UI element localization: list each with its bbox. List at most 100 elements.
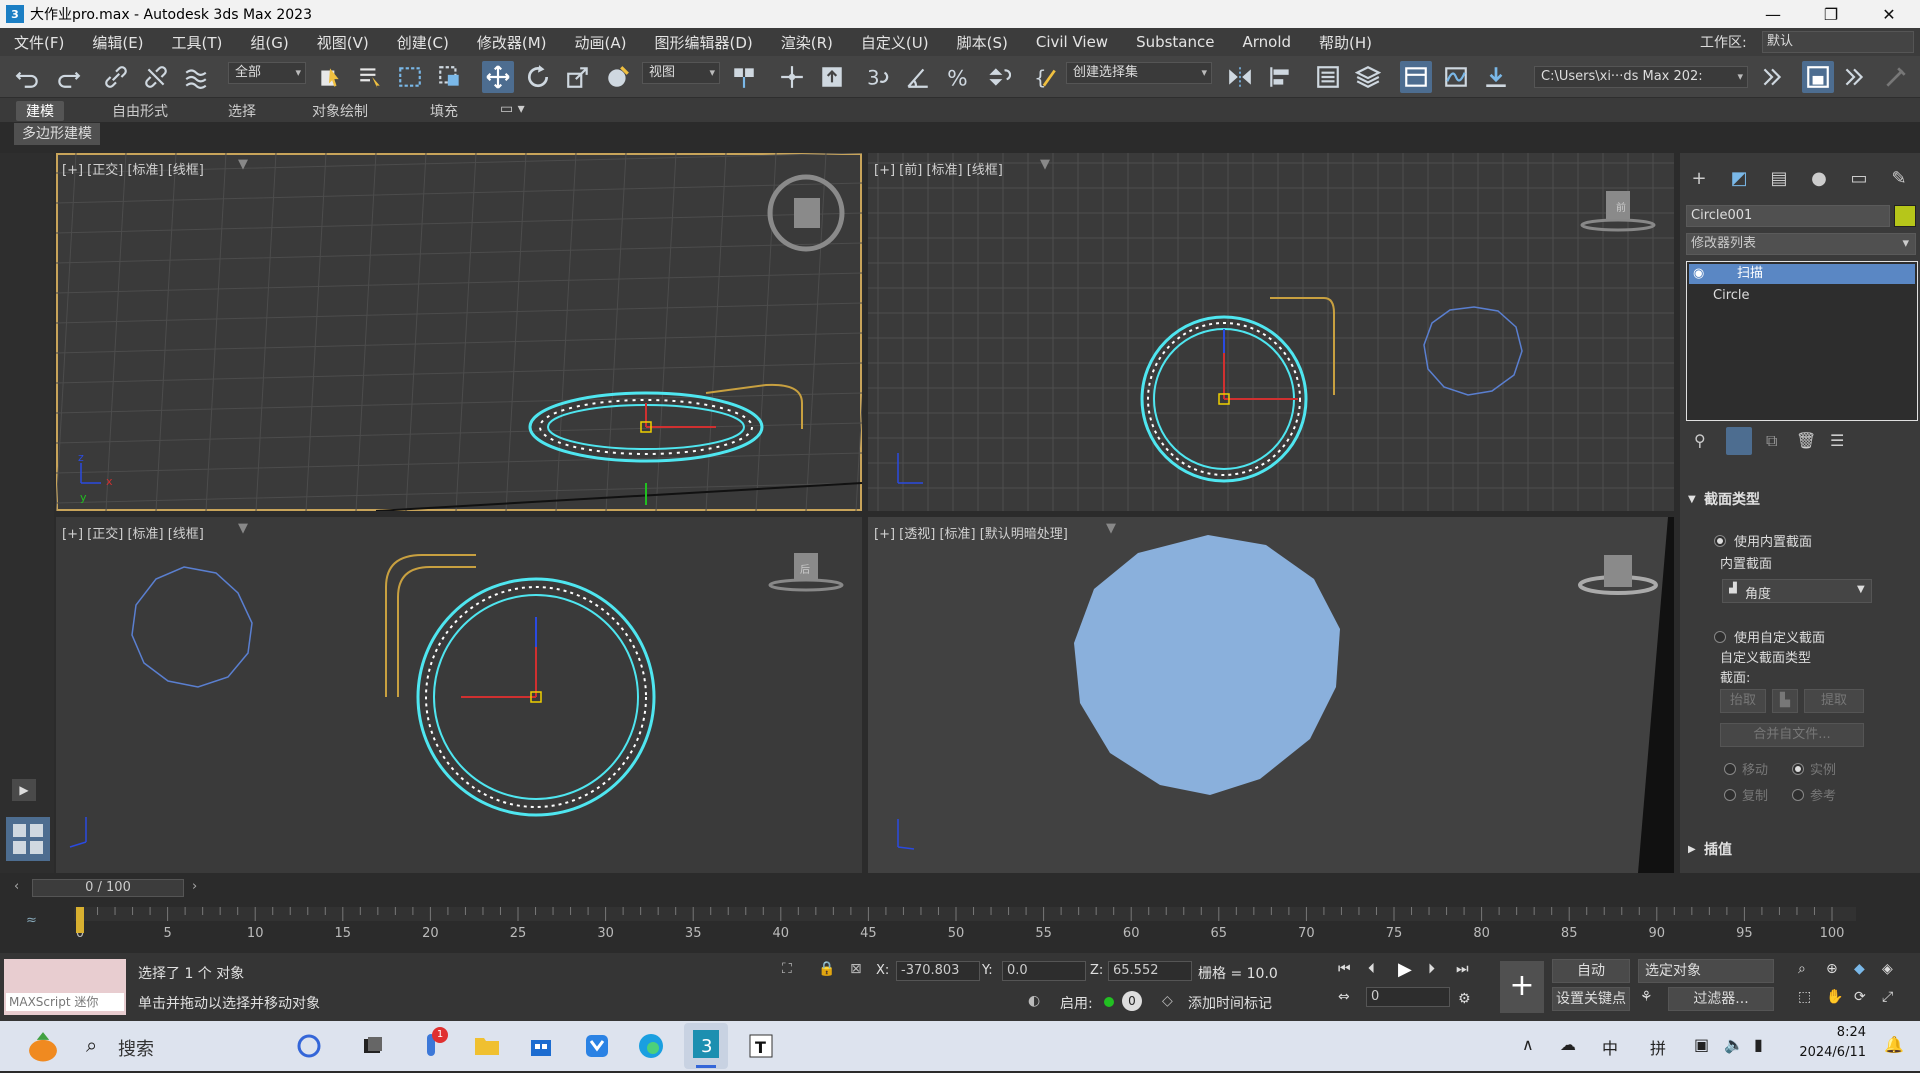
menu-scripting[interactable]: 脚本(S) [943, 32, 1022, 53]
selected-object-select[interactable]: 选定对象 [1638, 959, 1774, 983]
snaps-toggle-icon[interactable]: 3 [862, 61, 894, 93]
filters-button[interactable]: 过滤器... [1668, 987, 1774, 1011]
key-filter-icon[interactable]: ⚘ [1640, 989, 1653, 1005]
project-path-select[interactable]: C:\Users\xi···ds Max 202: [1534, 66, 1748, 88]
y-coordinate-field[interactable]: 0.0 [1002, 961, 1086, 981]
maxscript-listener[interactable]: MAXScript 迷你 [4, 959, 126, 1015]
menu-group[interactable]: 组(G) [236, 32, 302, 53]
pin-stack-icon[interactable]: ⚲ [1694, 431, 1706, 450]
task-view-icon[interactable] [356, 1029, 390, 1063]
modifier-list-select[interactable]: 修改器列表 [1686, 233, 1916, 255]
menu-help[interactable]: 帮助(H) [1305, 32, 1386, 53]
mirror-icon[interactable] [1224, 61, 1256, 93]
scene-explorer-icon[interactable] [1312, 61, 1344, 93]
field-of-view-icon[interactable]: ⬚ [1798, 989, 1811, 1005]
pivot-center-icon[interactable] [728, 61, 760, 93]
show-end-result-icon[interactable] [1726, 427, 1752, 455]
more-render-icon[interactable] [1838, 61, 1870, 93]
select-object-icon[interactable] [314, 61, 346, 93]
filter-icon[interactable]: ▼ [1040, 157, 1050, 172]
object-color-swatch[interactable] [1894, 205, 1916, 227]
x-coordinate-field[interactable]: -370.803 [896, 961, 980, 981]
pick-button[interactable]: 抬取 [1720, 689, 1766, 713]
current-frame-field[interactable]: 0 [1366, 987, 1450, 1007]
filter-icon[interactable]: ▼ [1106, 521, 1116, 536]
ribbon-tab-freeform[interactable]: 自由形式 [112, 101, 168, 121]
next-key-icon[interactable]: ⏵ [1428, 961, 1435, 977]
viewport-front-top-right[interactable]: 前 [+] [前] [标准] [线框] ▼ [868, 153, 1674, 511]
timeline-ruler[interactable]: 0 5 10 15 20 25 30 35 40 45 50 55 60 65 70 75 80 85 90 95 10… [74, 907, 1856, 947]
render-setup-icon[interactable] [1802, 61, 1834, 93]
language-indicator[interactable]: 中 [1602, 1035, 1618, 1059]
clock-date[interactable]: 2024/6/11 [1796, 1045, 1866, 1060]
isolate-icon[interactable]: ⛶ [782, 961, 792, 977]
viewport-layout-icon[interactable] [6, 817, 50, 861]
auto-key-button[interactable]: 自动 [1552, 959, 1630, 983]
time-tag-icon[interactable]: ◇ [1162, 993, 1173, 1009]
viewport-ortho-top-left[interactable]: z x y [+] [正交] [标准] [线框] ▼ [56, 153, 862, 511]
set-keys-icon[interactable]: + [1500, 961, 1544, 1013]
brush-tool-icon[interactable] [1880, 61, 1912, 93]
prev-frame-icon[interactable]: ‹ [14, 879, 19, 894]
start-icon[interactable] [26, 1029, 60, 1063]
key-mode-icon[interactable]: ⇔ [1338, 989, 1350, 1005]
menu-animation[interactable]: 动画(A) [561, 32, 641, 53]
cortana-icon[interactable] [292, 1029, 326, 1063]
radio-builtin-section[interactable] [1714, 535, 1726, 547]
adaptive-degradation-icon[interactable]: ◐ [1028, 993, 1040, 1009]
menu-view[interactable]: 视图(V) [303, 32, 383, 53]
ribbon-tab-object-paint[interactable]: 对象绘制 [312, 101, 368, 121]
menu-arnold[interactable]: Arnold [1228, 33, 1305, 51]
menu-civil-view[interactable]: Civil View [1022, 33, 1122, 51]
zoom-icon[interactable]: ⌕ [1798, 961, 1806, 977]
add-time-tag[interactable]: 添加时间标记 [1188, 993, 1272, 1013]
radio-instance[interactable] [1792, 763, 1804, 775]
store-icon[interactable] [524, 1029, 558, 1063]
radio-move[interactable] [1724, 763, 1736, 775]
menu-file[interactable]: 文件(F) [0, 32, 78, 53]
close-button[interactable]: ✕ [1860, 0, 1918, 28]
volume-icon[interactable]: 🔈 [1724, 1035, 1744, 1054]
lock-icon[interactable]: 🔒 [818, 961, 835, 977]
set-key-button[interactable]: 设置关键点 [1552, 987, 1630, 1011]
utilities-tab-icon[interactable]: ✎ [1884, 163, 1914, 193]
current-time-marker[interactable] [76, 907, 84, 933]
menu-rendering[interactable]: 渲染(R) [767, 32, 847, 53]
menu-modifiers[interactable]: 修改器(M) [463, 32, 561, 53]
zoom-extents-icon[interactable]: ◆ [1854, 961, 1865, 977]
viewport-label[interactable]: [+] [前] [标准] [线框] [874, 159, 1003, 178]
filter-icon[interactable]: ▼ [238, 521, 248, 536]
feishu-icon[interactable] [580, 1029, 614, 1063]
stack-item-sweep[interactable]: ◉ 扫描 [1689, 264, 1915, 284]
ribbon-options-icon[interactable]: ▭ ▾ [500, 101, 525, 117]
keyboard-shortcut-icon[interactable] [816, 61, 848, 93]
undo-icon[interactable] [12, 61, 44, 93]
select-manipulate-icon[interactable] [776, 61, 808, 93]
ribbon-tab-modeling[interactable]: 建模 [16, 101, 64, 121]
goto-end-icon[interactable]: ⏭ [1456, 961, 1469, 977]
percent-snap-icon[interactable]: % [942, 61, 974, 93]
place-icon[interactable] [602, 61, 634, 93]
selection-filter-select[interactable]: 全部 [228, 62, 306, 84]
notification-center-icon[interactable]: 🔔 [1884, 1035, 1904, 1054]
pan-icon[interactable]: ✋ [1826, 989, 1843, 1005]
menu-substance[interactable]: Substance [1122, 33, 1228, 51]
battery-icon[interactable]: ▮ [1754, 1035, 1763, 1054]
bind-spacewarp-icon[interactable] [180, 61, 212, 93]
viewport-label[interactable]: [+] [正交] [标准] [线框] [62, 159, 204, 178]
redo-icon[interactable] [52, 61, 84, 93]
ribbon-toggle-icon[interactable] [1400, 61, 1432, 93]
edit-named-sets-icon[interactable]: { [1030, 61, 1062, 93]
schematic-view-icon[interactable] [1480, 61, 1512, 93]
menu-create[interactable]: 创建(C) [383, 32, 463, 53]
radio-custom-section[interactable] [1714, 631, 1726, 643]
tray-overflow-icon[interactable]: ∧ [1522, 1035, 1534, 1054]
ribbon-tab-selection[interactable]: 选择 [228, 101, 256, 121]
prev-key-icon[interactable]: ⏴ [1368, 961, 1375, 977]
time-slider[interactable]: 0 / 100 [32, 879, 184, 897]
zoom-extents-all-icon[interactable]: ◈ [1882, 961, 1893, 977]
builtin-section-select[interactable]: 角度 ▟ ▼ [1722, 579, 1872, 603]
play-icon[interactable]: ▶ [1398, 959, 1412, 980]
goto-start-icon[interactable]: ⏮ [1338, 961, 1351, 977]
object-name-field[interactable]: Circle001 [1686, 205, 1890, 227]
